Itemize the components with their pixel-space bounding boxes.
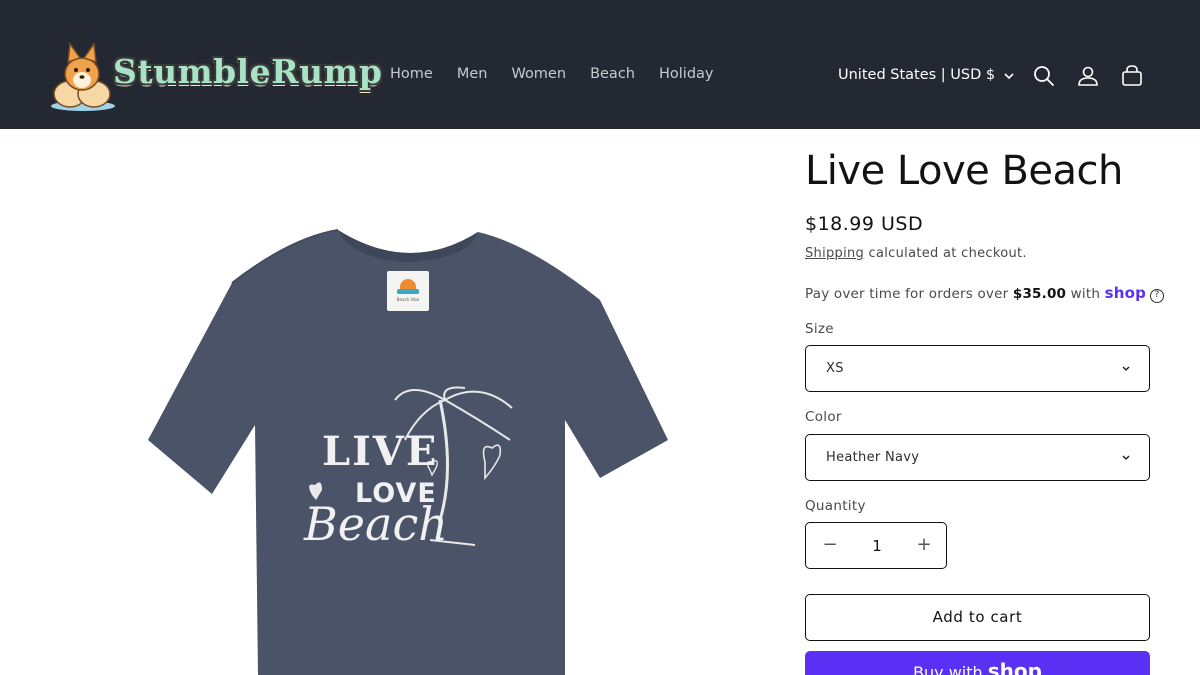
decrease-quantity-button[interactable]: −: [822, 536, 838, 554]
quantity-input[interactable]: 1: [866, 537, 888, 555]
brand-name: StumbleRump: [113, 52, 383, 91]
wave-icon: [397, 289, 419, 294]
main-nav: Home Men Women Beach Holiday: [390, 66, 738, 82]
site-header: StumbleRump Home Men Women Beach Holiday…: [0, 0, 1200, 129]
product-price: $18.99 USD: [805, 213, 924, 235]
quantity-stepper: − 1 +: [805, 522, 947, 569]
cart-icon[interactable]: [1120, 64, 1144, 88]
increase-quantity-button[interactable]: +: [916, 536, 932, 554]
country-currency-selector[interactable]: United States | USD $: [838, 67, 995, 83]
print-text-beach: Beach: [304, 497, 448, 551]
shop-pay-logo: shop: [1104, 284, 1147, 302]
buy-with-shop-button[interactable]: Buy with shop: [805, 651, 1150, 675]
chevron-down-icon[interactable]: [1003, 71, 1015, 81]
nav-men[interactable]: Men: [457, 66, 488, 82]
nav-home[interactable]: Home: [390, 66, 433, 82]
add-to-cart-button[interactable]: Add to cart: [805, 594, 1150, 641]
shipping-note: Shipping calculated at checkout.: [805, 246, 1027, 261]
installments-suffix: with: [1066, 286, 1105, 302]
shirt-label-text: Beach Vibe: [396, 297, 420, 302]
nav-beach[interactable]: Beach: [590, 66, 635, 82]
shipping-link[interactable]: Shipping: [805, 246, 864, 261]
product-title: Live Love Beach: [805, 148, 1123, 194]
size-selected-value: XS: [826, 361, 844, 376]
corgi-mascot-icon: [51, 41, 115, 111]
chevron-down-icon: [1122, 366, 1130, 371]
installments-banner: Pay over time for orders over $35.00 wit…: [805, 284, 1165, 303]
search-icon[interactable]: [1032, 64, 1056, 88]
installments-prefix: Pay over time for orders over: [805, 286, 1013, 302]
account-icon[interactable]: [1076, 64, 1100, 88]
color-select[interactable]: Heather Navy: [805, 434, 1150, 481]
installments-amount: $35.00: [1012, 286, 1067, 302]
size-select[interactable]: XS: [805, 345, 1150, 392]
shipping-text: calculated at checkout.: [864, 246, 1027, 261]
color-selected-value: Heather Navy: [826, 450, 920, 465]
tshirt-image: [148, 229, 668, 675]
shop-pay-logo: shop: [987, 659, 1042, 675]
help-icon[interactable]: ?: [1150, 289, 1165, 303]
color-label: Color: [805, 409, 842, 425]
shirt-label: Beach Vibe: [387, 271, 429, 311]
nav-women[interactable]: Women: [511, 66, 566, 82]
nav-holiday[interactable]: Holiday: [659, 66, 714, 82]
print-text-live: LIVE: [322, 428, 439, 475]
brand-logo[interactable]: StumbleRump: [48, 40, 382, 112]
size-label: Size: [805, 321, 834, 337]
chevron-down-icon: [1122, 455, 1130, 460]
quantity-label: Quantity: [805, 498, 866, 514]
buy-with-text: Buy with: [913, 663, 988, 675]
